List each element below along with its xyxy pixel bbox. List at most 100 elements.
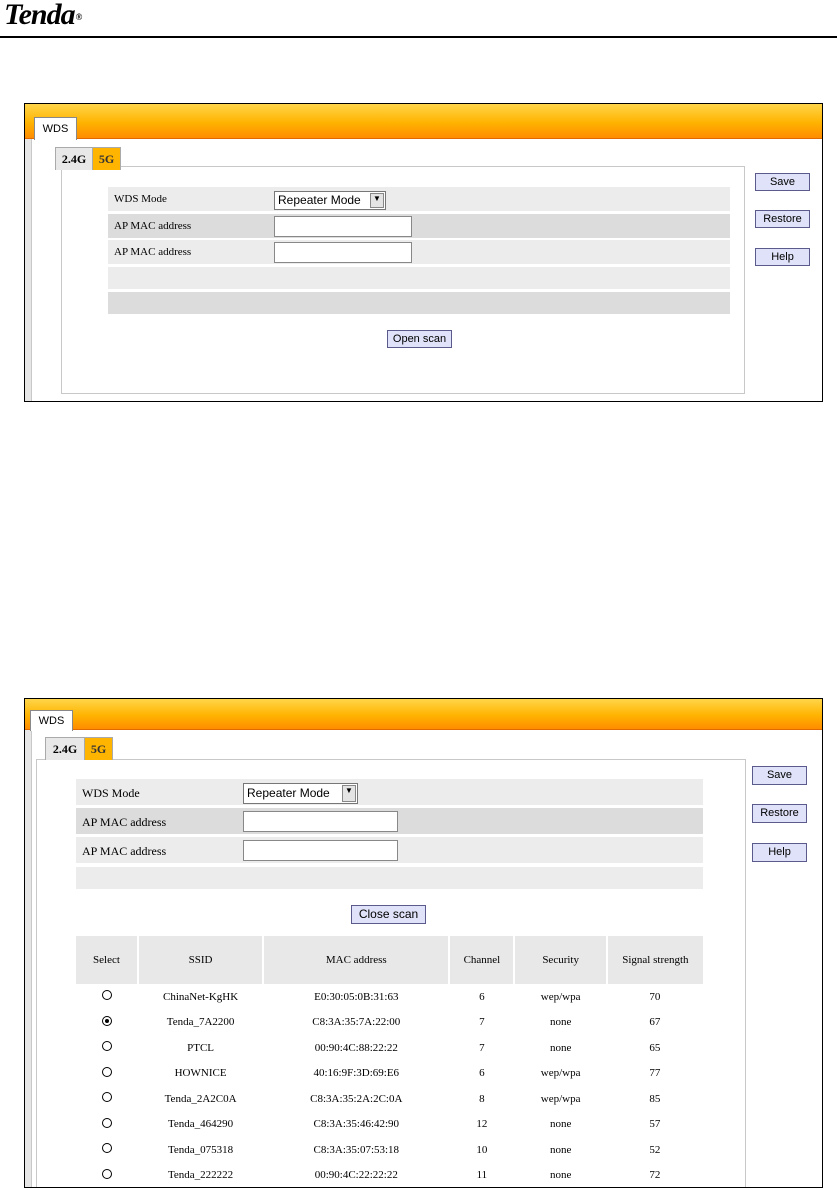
select-radio[interactable] xyxy=(101,990,112,1001)
channel-cell: 7 xyxy=(479,1041,485,1054)
header-divider xyxy=(0,36,837,38)
column-header-channel: Channel xyxy=(448,936,515,984)
ap-mac-label-1: AP MAC address xyxy=(82,815,167,829)
tenda-logo: Tenda® xyxy=(4,0,82,31)
ssid-cell: HOWNICE xyxy=(174,1067,227,1080)
select-cell xyxy=(76,1061,138,1087)
tab-2-4g[interactable]: 2.4G xyxy=(45,737,85,760)
table-row[interactable]: ChinaNet-KgHK E0:30:05:0B:31:63 6 wep/wpa 70 xyxy=(76,984,703,1010)
signal-cell: 77 xyxy=(649,1067,661,1080)
wds-mode-row: WDS Mode Repeater Mode ▼ xyxy=(76,779,703,805)
mac-cell: 00:90:4C:22:22:22 xyxy=(314,1169,398,1182)
table-row[interactable]: Tenda_464290 C8:3A:35:46:42:90 12 none 57 xyxy=(76,1112,703,1138)
table-row[interactable]: Tenda_2A2C0A C8:3A:35:2A:2C:0A 8 wep/wpa 85 xyxy=(76,1086,703,1112)
table-row[interactable]: Tenda_222222 00:90:4C:22:22:22 11 none 72 xyxy=(76,1163,703,1188)
ap-mac-label-2: AP MAC address xyxy=(82,844,167,858)
mac-cell: C8:3A:35:07:53:18 xyxy=(313,1143,400,1156)
select-cell xyxy=(76,1112,138,1138)
signal-cell: 57 xyxy=(649,1118,661,1131)
tab-wds[interactable]: WDS xyxy=(30,710,73,731)
signal-cell: 72 xyxy=(649,1169,661,1182)
mac-cell: E0:30:05:0B:31:63 xyxy=(314,990,399,1003)
security-cell: wep/wpa xyxy=(540,1067,581,1080)
wds-mode-select[interactable]: Repeater Mode ▼ xyxy=(274,191,386,210)
left-strip xyxy=(25,730,32,1187)
table-row[interactable]: Tenda_7A2200 C8:3A:35:7A:22:00 7 none 67 xyxy=(76,1010,703,1036)
select-cell xyxy=(76,1035,138,1061)
table-row[interactable]: HOWNICE 40:16:9F:3D:69:E6 6 wep/wpa 77 xyxy=(76,1061,703,1087)
tab-2-4g[interactable]: 2.4G xyxy=(55,147,93,170)
select-cell xyxy=(76,1010,138,1036)
wds-mode-value: Repeater Mode xyxy=(247,786,330,800)
chevron-down-icon: ▼ xyxy=(342,785,356,802)
select-radio[interactable] xyxy=(101,1092,112,1103)
security-cell: none xyxy=(549,1143,572,1156)
save-button[interactable]: Save xyxy=(752,766,807,785)
ap-mac-label-1: AP MAC address xyxy=(114,220,192,232)
scan-results-table: Select SSID MAC address Channel Security… xyxy=(76,936,703,1188)
wds-mode-row: WDS Mode Repeater Mode ▼ xyxy=(108,187,730,211)
security-cell: wep/wpa xyxy=(540,1092,581,1105)
ap-mac-input-1[interactable] xyxy=(274,216,412,237)
select-radio[interactable] xyxy=(101,1117,112,1128)
column-header-signal: Signal strength xyxy=(605,936,703,984)
ssid-cell: Tenda_075318 xyxy=(167,1143,234,1156)
channel-cell: 12 xyxy=(476,1118,488,1131)
column-header-security: Security xyxy=(513,936,607,984)
ap-mac-input-2[interactable] xyxy=(243,840,398,861)
channel-cell: 11 xyxy=(476,1169,488,1182)
column-header-mac: MAC address xyxy=(262,936,450,984)
ssid-cell: PTCL xyxy=(187,1041,215,1054)
table-row[interactable]: PTCL 00:90:4C:88:22:22 7 none 65 xyxy=(76,1035,703,1061)
content-area: WDS Mode Repeater Mode ▼ AP MAC address … xyxy=(36,759,746,1188)
mac-cell: C8:3A:35:7A:22:00 xyxy=(312,1016,401,1029)
tab-wds[interactable]: WDS xyxy=(34,117,77,140)
ssid-cell: Tenda_2A2C0A xyxy=(164,1092,237,1105)
signal-cell: 65 xyxy=(649,1041,661,1054)
wds-mode-select[interactable]: Repeater Mode ▼ xyxy=(243,783,358,804)
spacer-row xyxy=(108,267,730,289)
select-cell xyxy=(76,984,138,1010)
tab-5g[interactable]: 5G xyxy=(84,737,113,760)
restore-button[interactable]: Restore xyxy=(755,210,810,228)
channel-cell: 8 xyxy=(479,1092,485,1105)
column-header-ssid: SSID xyxy=(136,936,264,984)
channel-cell: 6 xyxy=(479,990,485,1003)
save-button[interactable]: Save xyxy=(755,173,810,191)
select-radio[interactable] xyxy=(101,1168,112,1179)
select-radio[interactable] xyxy=(101,1066,112,1077)
ap-mac-row-1: AP MAC address xyxy=(76,808,703,834)
open-scan-button[interactable]: Open scan xyxy=(387,330,452,348)
ap-mac-input-2[interactable] xyxy=(274,242,412,263)
security-cell: none xyxy=(549,1169,572,1182)
ap-mac-label-2: AP MAC address xyxy=(114,246,192,258)
restore-button[interactable]: Restore xyxy=(752,804,807,823)
ap-mac-row-2: AP MAC address xyxy=(108,240,730,264)
channel-cell: 6 xyxy=(479,1067,485,1080)
tab-5g[interactable]: 5G xyxy=(92,147,121,170)
signal-cell: 70 xyxy=(649,990,661,1003)
left-strip xyxy=(25,139,32,401)
signal-cell: 52 xyxy=(649,1143,661,1156)
security-cell: none xyxy=(549,1041,572,1054)
ap-mac-row-1: AP MAC address xyxy=(108,214,730,238)
select-cell xyxy=(76,1137,138,1163)
mac-cell: C8:3A:35:2A:2C:0A xyxy=(310,1092,403,1105)
close-scan-button[interactable]: Close scan xyxy=(351,905,426,924)
table-row[interactable]: Tenda_075318 C8:3A:35:07:53:18 10 none 52 xyxy=(76,1137,703,1163)
signal-cell: 67 xyxy=(649,1016,661,1029)
select-radio[interactable] xyxy=(101,1143,112,1154)
select-radio[interactable] xyxy=(101,1015,112,1026)
channel-cell: 10 xyxy=(476,1143,488,1156)
help-button[interactable]: Help xyxy=(752,843,807,862)
select-cell xyxy=(76,1086,138,1112)
mac-cell: 00:90:4C:88:22:22 xyxy=(314,1041,398,1054)
wds-mode-label: WDS Mode xyxy=(114,193,167,205)
ssid-cell: Tenda_464290 xyxy=(167,1118,234,1131)
top-bar xyxy=(25,104,822,139)
ap-mac-row-2: AP MAC address xyxy=(76,837,703,863)
select-radio[interactable] xyxy=(101,1041,112,1052)
chevron-down-icon: ▼ xyxy=(370,193,384,208)
help-button[interactable]: Help xyxy=(755,248,810,266)
ap-mac-input-1[interactable] xyxy=(243,811,398,832)
